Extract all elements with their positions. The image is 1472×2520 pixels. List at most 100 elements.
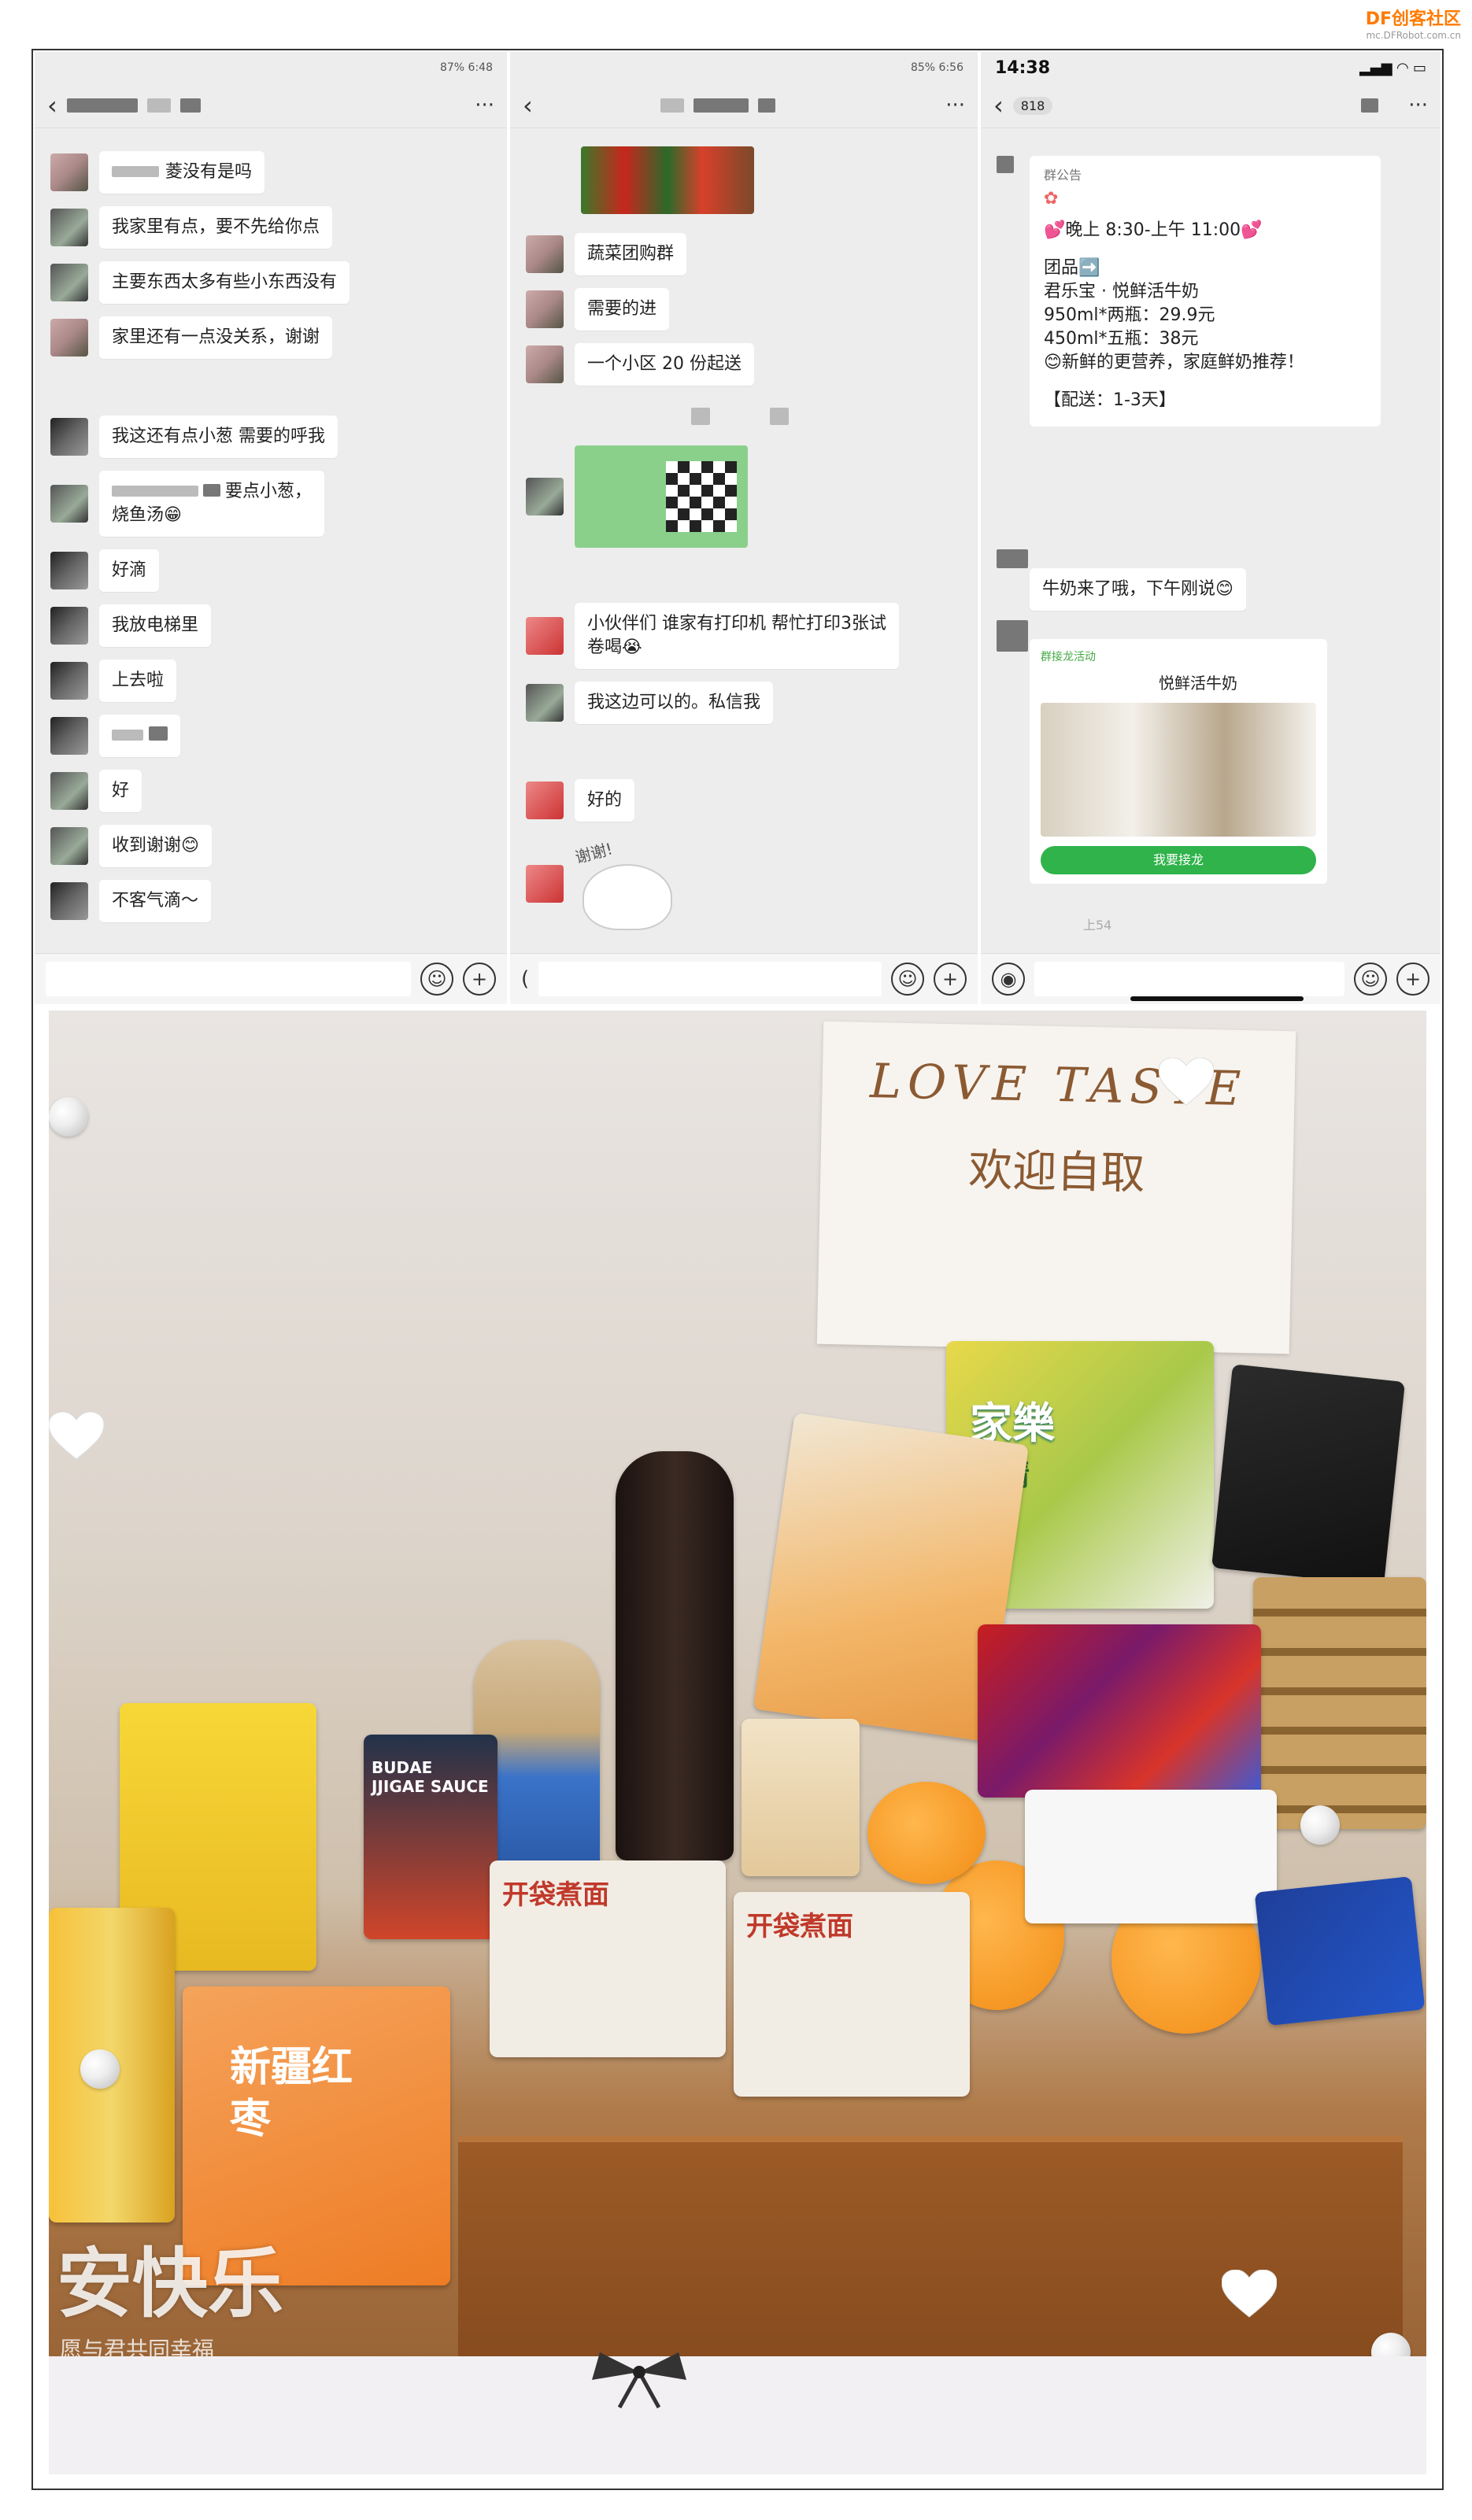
emoji-icon[interactable]: ☺ <box>891 963 924 996</box>
avatar <box>526 478 564 515</box>
back-arrow-icon[interactable]: ‹ <box>523 91 533 120</box>
watermark: DF创客社区 mc.DFRobot.com.cn <box>1366 5 1461 41</box>
unread-badge[interactable]: 818 <box>1012 96 1053 115</box>
avatar <box>50 319 88 357</box>
message-bubble[interactable]: 一个小区 20 份起送 <box>575 343 754 386</box>
image-frame: 87% 6:48 ‹ ··· 菱没有是吗 我家里有点，要不先给你点 主要东西太多… <box>31 49 1444 2490</box>
message-text: 牛奶来了哦，下午刚说😊 <box>1042 579 1233 599</box>
heart-icon <box>1222 2270 1277 2318</box>
signal-wifi-battery-icon: ▂▄▆ ◠ ▭ <box>1359 59 1426 76</box>
message-text: 需要的进 <box>587 299 657 319</box>
chat-message: 好滴 <box>50 549 160 592</box>
plus-icon[interactable]: + <box>1396 963 1429 996</box>
message-input[interactable] <box>46 962 411 996</box>
sticker-text: 谢谢! <box>573 839 615 867</box>
message-bubble[interactable]: 小伙伴们 谁家有打印机 帮忙打印3张试卷喝😭 <box>575 603 899 669</box>
redacted-name <box>691 408 710 425</box>
qr-code-image[interactable] <box>575 445 748 548</box>
join-button[interactable]: 我要接龙 <box>1041 846 1316 874</box>
chat-title-redacted <box>66 98 138 113</box>
message-input[interactable] <box>538 962 882 996</box>
message-bubble[interactable]: 要点小葱， 烧鱼汤😁 <box>99 471 325 537</box>
avatar <box>50 882 88 920</box>
more-options-icon[interactable]: ··· <box>1408 94 1428 117</box>
back-arrow-icon[interactable]: ‹ <box>47 91 57 120</box>
flower-icon: ✿ <box>1044 189 1059 209</box>
message-bubble[interactable]: 好 <box>99 770 142 812</box>
message-text: 我家里有点，要不先给你点 <box>112 217 320 237</box>
product-card[interactable]: 群接龙活动 悦鲜活牛奶 我要接龙 <box>1030 639 1327 884</box>
message-bubble[interactable]: 我家里有点，要不先给你点 <box>99 206 333 249</box>
chat-title-redacted <box>757 98 775 113</box>
white-basket <box>1025 1790 1277 1923</box>
chat-title-redacted <box>660 98 684 113</box>
message-bubble[interactable]: 主要东西太多有些小东西没有 <box>99 261 350 304</box>
avatar <box>50 485 88 523</box>
noodle-pack: 开袋煮面 <box>734 1892 970 2097</box>
redacted-text <box>112 730 143 741</box>
soy-sauce-bottle <box>616 1451 734 1860</box>
message-text: 我放电梯里 <box>112 615 199 635</box>
message-bubble[interactable]: 需要的进 <box>575 288 670 331</box>
avatar <box>526 290 564 328</box>
message-bubble[interactable]: 我这边可以的。私信我 <box>575 682 774 724</box>
more-options-icon[interactable]: ··· <box>945 94 965 117</box>
message-text: 烧鱼汤😁 <box>112 505 182 525</box>
message-bubble[interactable]: 好的 <box>575 779 635 822</box>
cat-sticker[interactable]: 谢谢! <box>573 839 677 930</box>
avatar <box>50 662 88 700</box>
redacted-avatar <box>997 549 1028 568</box>
product-header: 群接龙活动 <box>1041 651 1096 663</box>
plus-icon[interactable]: + <box>463 963 496 996</box>
message-bubble[interactable]: 蔬菜团购群 <box>575 233 687 275</box>
avatar <box>50 772 88 810</box>
message-bubble[interactable]: 菱没有是吗 <box>99 151 265 194</box>
card-line: 😊新鲜的更营养，家庭鲜奶推荐！ <box>1044 353 1304 372</box>
chat-message: 上去啦 <box>50 660 177 702</box>
back-arrow-icon[interactable]: ‹ <box>993 91 1004 120</box>
redacted-text <box>112 486 198 497</box>
status-bar: 14:38 ▂▄▆ ◠ ▭ <box>981 52 1441 83</box>
chat-message: 小伙伴们 谁家有打印机 帮忙打印3张试卷喝😭 <box>526 603 899 669</box>
watermark-title: DF创客社区 <box>1365 9 1461 29</box>
message-text: 不客气滴～ <box>112 891 199 911</box>
message-text: 收到谢谢😊 <box>112 836 199 855</box>
home-indicator <box>1130 996 1304 1001</box>
message-bubble[interactable]: 我放电梯里 <box>99 604 212 647</box>
bow-icon <box>592 2352 686 2409</box>
chat-message: 蔬菜团购群 <box>526 233 687 275</box>
product-name: 悦鲜活牛奶 <box>1159 674 1237 693</box>
redacted-text <box>203 484 220 497</box>
voice-icon[interactable]: ( <box>521 967 529 991</box>
emoji-icon[interactable]: ☺ <box>1354 963 1387 996</box>
noodle-box <box>742 1719 860 1876</box>
pearl-decoration <box>49 1097 88 1136</box>
message-bubble[interactable]: 家里还有一点没关系，谢谢 <box>99 316 333 359</box>
chat-message: 主要东西太多有些小东西没有 <box>50 261 350 304</box>
chat-message: 家里还有一点没关系，谢谢 <box>50 316 333 359</box>
voice-icon[interactable]: ◉ <box>992 963 1025 996</box>
pearl-decoration <box>1300 1805 1340 1845</box>
announcement-card[interactable]: 群公告 ✿ 💕晚上 8:30-上午 11:00💕 团品➡️ 君乐宝 · 悦鲜活牛… <box>1030 156 1381 427</box>
avatar <box>50 418 88 456</box>
message-bubble[interactable]: 牛奶来了哦，下午刚说😊 <box>1030 568 1246 611</box>
plus-icon[interactable]: + <box>934 963 967 996</box>
message-text: 一个小区 20 份起送 <box>587 354 742 374</box>
message-input[interactable] <box>1034 962 1344 996</box>
message-text: 菱没有是吗 <box>165 162 253 182</box>
message-bubble[interactable] <box>99 715 180 757</box>
message-bubble[interactable]: 上去啦 <box>99 660 177 702</box>
message-text: 好 <box>112 781 130 800</box>
message-bubble[interactable]: 我这还有点小葱 需要的呼我 <box>99 416 338 458</box>
message-bubble[interactable]: 不客气滴～ <box>99 880 212 922</box>
vegetable-image[interactable] <box>581 146 754 214</box>
emoji-icon[interactable]: ☺ <box>420 963 453 996</box>
more-options-icon[interactable]: ··· <box>475 94 494 117</box>
message-bubble[interactable]: 好滴 <box>99 549 160 592</box>
card-line: 950ml*两瓶：29.9元 <box>1044 305 1215 325</box>
message-bubble[interactable]: 收到谢谢😊 <box>99 825 212 867</box>
card-line: 团品➡️ <box>1044 258 1100 278</box>
qr-pattern <box>666 461 737 532</box>
status-text: 85% 6:56 <box>910 61 963 74</box>
avatar <box>526 235 564 273</box>
